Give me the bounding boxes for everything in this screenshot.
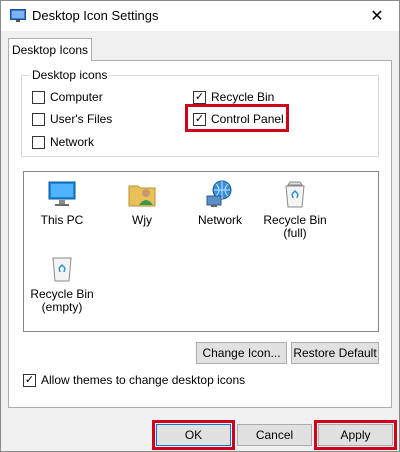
- checkmark-icon: ✓: [23, 373, 36, 387]
- restore-default-button[interactable]: Restore Default: [291, 342, 379, 364]
- button-label: Change Icon...: [202, 346, 281, 360]
- close-button[interactable]: ✕: [355, 1, 399, 31]
- checkbox-label: User's Files: [50, 112, 113, 126]
- recycle-bin-empty-icon: [52, 257, 72, 282]
- checkbox-label: Allow themes to change desktop icons: [41, 373, 246, 387]
- checkbox-label: Recycle Bin: [211, 90, 275, 104]
- icon-item-network[interactable]: Network: [185, 178, 255, 227]
- button-label: OK: [184, 428, 203, 442]
- display-settings-icon: [10, 9, 26, 22]
- icon-label: Network: [197, 213, 242, 227]
- checkbox-label: Computer: [50, 90, 103, 104]
- window-title: Desktop Icon Settings: [32, 8, 159, 23]
- recycle-bin-checkbox[interactable]: ✓ Recycle Bin: [193, 90, 274, 104]
- checkbox-box: [32, 135, 45, 149]
- user-folder-icon: [128, 185, 156, 207]
- network-icon: [206, 180, 232, 207]
- control-panel-checkbox[interactable]: ✓ Control Panel: [193, 112, 284, 126]
- checkbox-label: Network: [50, 135, 95, 149]
- icon-label: Recycle Bin (full): [263, 213, 327, 240]
- change-icon-button[interactable]: Change Icon...: [196, 342, 287, 364]
- network-checkbox[interactable]: Network: [32, 135, 94, 149]
- icon-label: Recycle Bin (empty): [30, 287, 94, 314]
- button-label: Restore Default: [293, 346, 377, 360]
- button-label: Cancel: [255, 428, 294, 442]
- icon-item-recycle-bin-empty[interactable]: Recycle Bin (empty): [27, 252, 97, 314]
- button-label: Apply: [340, 428, 371, 442]
- tab-label: Desktop Icons: [11, 43, 89, 57]
- checkmark-icon: ✓: [193, 112, 206, 126]
- icon-item-recycle-bin-full[interactable]: Recycle Bin (full): [260, 178, 330, 240]
- icon-label: Wjy: [132, 213, 152, 227]
- apply-button[interactable]: Apply: [318, 424, 393, 446]
- group-legend: Desktop icons: [30, 68, 110, 82]
- users-files-checkbox[interactable]: User's Files: [32, 112, 112, 126]
- icon-item-wjy[interactable]: Wjy: [107, 178, 177, 227]
- ok-button[interactable]: OK: [156, 424, 231, 446]
- tab-panel: Desktop icons Computer User's Files Netw…: [8, 60, 392, 408]
- this-pc-icon: [48, 181, 76, 206]
- checkmark-icon: ✓: [193, 90, 206, 104]
- close-icon: ✕: [370, 8, 384, 25]
- checkbox-box: [32, 90, 45, 104]
- cancel-button[interactable]: Cancel: [237, 424, 312, 446]
- title-bar[interactable]: Desktop Icon Settings ✕: [1, 1, 399, 31]
- computer-checkbox[interactable]: Computer: [32, 90, 103, 104]
- checkbox-label: Control Panel: [211, 112, 284, 126]
- desktop-icon-list[interactable]: This PC Wjy Network Recycle Bin (full) R…: [23, 171, 379, 332]
- tab-desktop-icons[interactable]: Desktop Icons: [8, 38, 92, 61]
- dialog-window: Desktop Icon Settings ✕ Desktop Icons De…: [0, 0, 400, 452]
- recycle-bin-full-icon: [285, 181, 305, 208]
- allow-themes-checkbox[interactable]: ✓ Allow themes to change desktop icons: [23, 373, 245, 387]
- icon-label: This PC: [40, 213, 84, 227]
- desktop-icons-group: Desktop icons Computer User's Files Netw…: [21, 68, 379, 157]
- icon-item-this-pc[interactable]: This PC: [27, 178, 97, 227]
- checkbox-box: [32, 112, 45, 126]
